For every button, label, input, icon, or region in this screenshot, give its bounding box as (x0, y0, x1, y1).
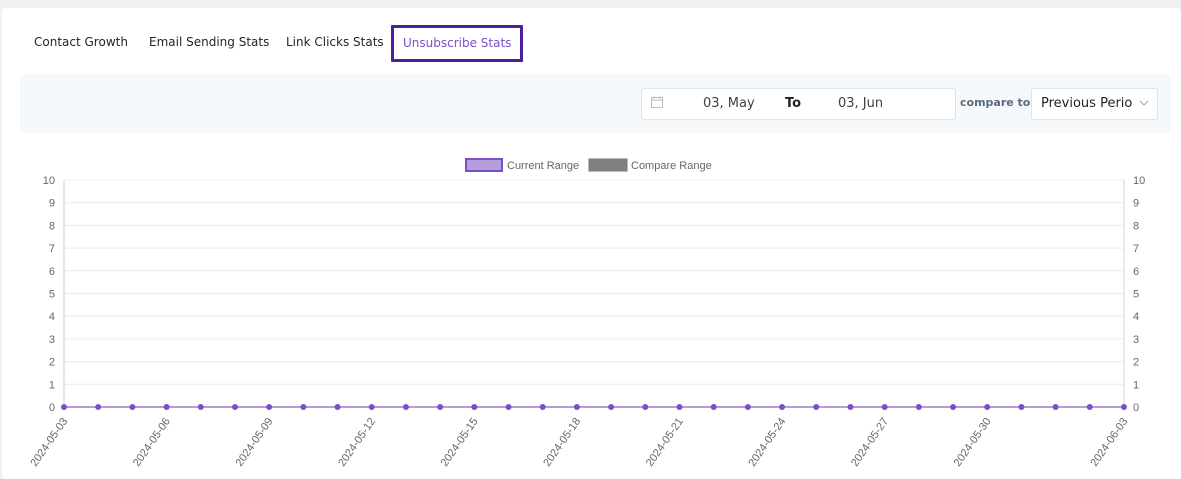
unsubscribe-chart: 012345678910 012345678910 2024-05-03 2024… (28, 158, 1145, 469)
y-tick-label-left: 7 (49, 243, 55, 255)
data-point[interactable] (847, 404, 854, 410)
y-tick-label-left: 9 (49, 198, 55, 210)
y-axis-right: 0 1 2 3 4 5 6 7 8 9 10 (1133, 175, 1145, 414)
y-tick-label-right: 5 (1133, 289, 1139, 301)
chart-legend: Current Range Compare Range (465, 158, 712, 172)
y-tick-label-right: 10 (1133, 175, 1145, 187)
y-tick-label-right: 0 (1133, 402, 1139, 414)
data-point[interactable] (1018, 404, 1025, 410)
y-tick-label-left: 5 (49, 289, 55, 301)
legend-label-current: Current Range (507, 160, 579, 172)
y-tick-label-right: 4 (1133, 311, 1139, 323)
data-point[interactable] (984, 404, 991, 410)
data-point[interactable] (471, 404, 478, 410)
data-point[interactable] (402, 404, 409, 410)
chart-grid (63, 179, 1125, 408)
data-point[interactable] (1121, 404, 1127, 410)
y-tick-label-left: 10 (43, 175, 55, 187)
data-point[interactable] (368, 404, 375, 410)
y-tick-label-left: 3 (49, 334, 55, 346)
chart-series (61, 404, 1127, 410)
y-axis-left: 0 1 2 3 4 5 6 7 8 9 10 (43, 175, 55, 414)
y-tick-label-left: 4 (49, 311, 55, 323)
y-tick-label-right: 2 (1133, 357, 1139, 369)
x-axis: 2024-05-03 2024-05-06 2024-05-09 2024-05-12… (28, 416, 1130, 469)
legend-swatch-current (465, 158, 503, 172)
data-point[interactable] (334, 404, 341, 410)
data-point[interactable] (61, 404, 67, 410)
data-point[interactable] (915, 404, 922, 410)
y-tick-label-left: 0 (49, 402, 55, 414)
data-point[interactable] (1086, 404, 1093, 410)
x-tick-label: 2024-05-18 (541, 416, 583, 469)
data-point[interactable] (950, 404, 957, 410)
data-point[interactable] (300, 404, 307, 410)
data-point[interactable] (744, 404, 751, 410)
x-tick-label: 2024-05-27 (849, 416, 891, 469)
data-point[interactable] (813, 404, 820, 410)
data-point[interactable] (437, 404, 444, 410)
data-point[interactable] (608, 404, 615, 410)
x-tick-label: 2024-05-03 (28, 416, 70, 469)
y-tick-label-right: 8 (1133, 220, 1139, 232)
legend-swatch-compare (588, 158, 628, 172)
y-tick-label-right: 9 (1133, 198, 1139, 210)
data-point[interactable] (129, 404, 136, 410)
x-tick-label: 2024-05-06 (131, 416, 173, 469)
data-point[interactable] (881, 404, 888, 410)
data-point[interactable] (231, 404, 238, 410)
x-tick-label: 2024-05-30 (952, 416, 994, 469)
data-point[interactable] (642, 404, 649, 410)
data-point[interactable] (197, 404, 204, 410)
y-tick-label-left: 8 (49, 220, 55, 232)
y-tick-label-right: 7 (1133, 243, 1139, 255)
x-tick-label: 2024-06-03 (1088, 416, 1130, 469)
x-tick-label: 2024-05-15 (439, 416, 481, 469)
y-tick-label-left: 1 (49, 379, 55, 391)
data-point[interactable] (779, 404, 786, 410)
x-tick-label: 2024-05-24 (746, 416, 788, 469)
x-tick-label: 2024-05-09 (234, 416, 276, 469)
data-point[interactable] (163, 404, 170, 410)
x-tick-label: 2024-05-21 (644, 416, 686, 469)
y-tick-label-left: 6 (49, 266, 55, 278)
data-point[interactable] (573, 404, 580, 410)
y-tick-label-left: 2 (49, 357, 55, 369)
data-point[interactable] (95, 404, 102, 410)
y-tick-label-right: 3 (1133, 334, 1139, 346)
y-tick-label-right: 6 (1133, 266, 1139, 278)
data-point[interactable] (539, 404, 546, 410)
data-point[interactable] (710, 404, 717, 410)
legend-label-compare: Compare Range (631, 160, 712, 172)
y-tick-label-right: 1 (1133, 379, 1139, 391)
data-point[interactable] (676, 404, 683, 410)
data-point[interactable] (266, 404, 273, 410)
x-tick-label: 2024-05-12 (336, 416, 378, 469)
data-point[interactable] (1052, 404, 1059, 410)
data-point[interactable] (505, 404, 512, 410)
